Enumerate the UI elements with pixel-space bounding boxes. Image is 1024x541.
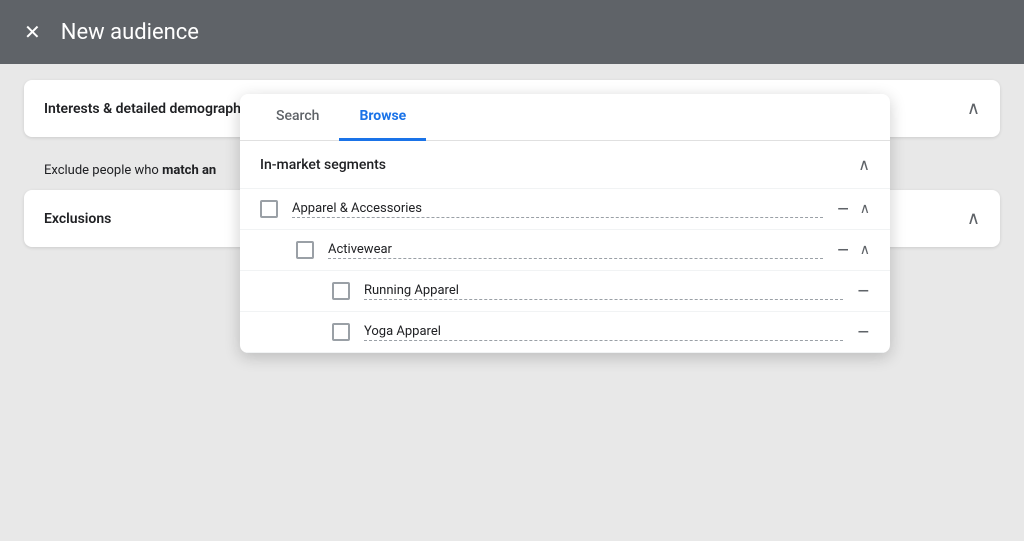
segment-group-title: In-market segments bbox=[260, 157, 386, 173]
list-item: Yoga Apparel – bbox=[240, 312, 890, 353]
segment-actions-activewear: – ∧ bbox=[837, 240, 870, 260]
segment-name-yoga-apparel: Yoga Apparel bbox=[364, 324, 843, 341]
exclusions-label: Exclusions bbox=[44, 211, 111, 227]
list-item: Apparel & Accessories – ∧ bbox=[240, 189, 890, 230]
exclusions-chevron-icon[interactable]: ∧ bbox=[967, 208, 980, 229]
list-item: Activewear – ∧ bbox=[240, 230, 890, 271]
segment-actions-yoga: – bbox=[857, 322, 870, 342]
minus-icon[interactable]: – bbox=[857, 322, 870, 342]
main-content: Interests & detailed demographics People… bbox=[0, 64, 1024, 541]
browse-dropdown-panel: Search Browse In-market segments ∧ Appar… bbox=[240, 94, 890, 353]
interests-chevron-icon[interactable]: ∧ bbox=[967, 98, 980, 119]
chevron-up-icon[interactable]: ∧ bbox=[860, 242, 870, 258]
tab-browse[interactable]: Browse bbox=[339, 94, 426, 141]
checkbox-running-apparel[interactable] bbox=[332, 282, 350, 300]
minus-icon[interactable]: – bbox=[837, 199, 850, 219]
tab-bar: Search Browse bbox=[240, 94, 890, 141]
segment-group-chevron-icon[interactable]: ∧ bbox=[858, 155, 870, 174]
dialog-header: ✕ New audience bbox=[0, 0, 1024, 64]
segment-name-activewear: Activewear bbox=[328, 242, 823, 259]
minus-icon[interactable]: – bbox=[837, 240, 850, 260]
checkbox-apparel-accessories[interactable] bbox=[260, 200, 278, 218]
dialog-title: New audience bbox=[61, 20, 199, 45]
tab-search[interactable]: Search bbox=[256, 94, 339, 141]
segment-group-inmarket[interactable]: In-market segments ∧ bbox=[240, 141, 890, 189]
interests-label: Interests & detailed demographics bbox=[44, 101, 259, 117]
close-icon[interactable]: ✕ bbox=[24, 22, 41, 42]
checkbox-activewear[interactable] bbox=[296, 241, 314, 259]
minus-icon[interactable]: – bbox=[857, 281, 870, 301]
segments-list: In-market segments ∧ Apparel & Accessori… bbox=[240, 141, 890, 353]
segment-name-apparel: Apparel & Accessories bbox=[292, 201, 823, 218]
segment-actions-running: – bbox=[857, 281, 870, 301]
chevron-up-icon[interactable]: ∧ bbox=[860, 201, 870, 217]
segment-actions-apparel: – ∧ bbox=[837, 199, 870, 219]
checkbox-yoga-apparel[interactable] bbox=[332, 323, 350, 341]
segment-name-running-apparel: Running Apparel bbox=[364, 283, 843, 300]
list-item: Running Apparel – bbox=[240, 271, 890, 312]
